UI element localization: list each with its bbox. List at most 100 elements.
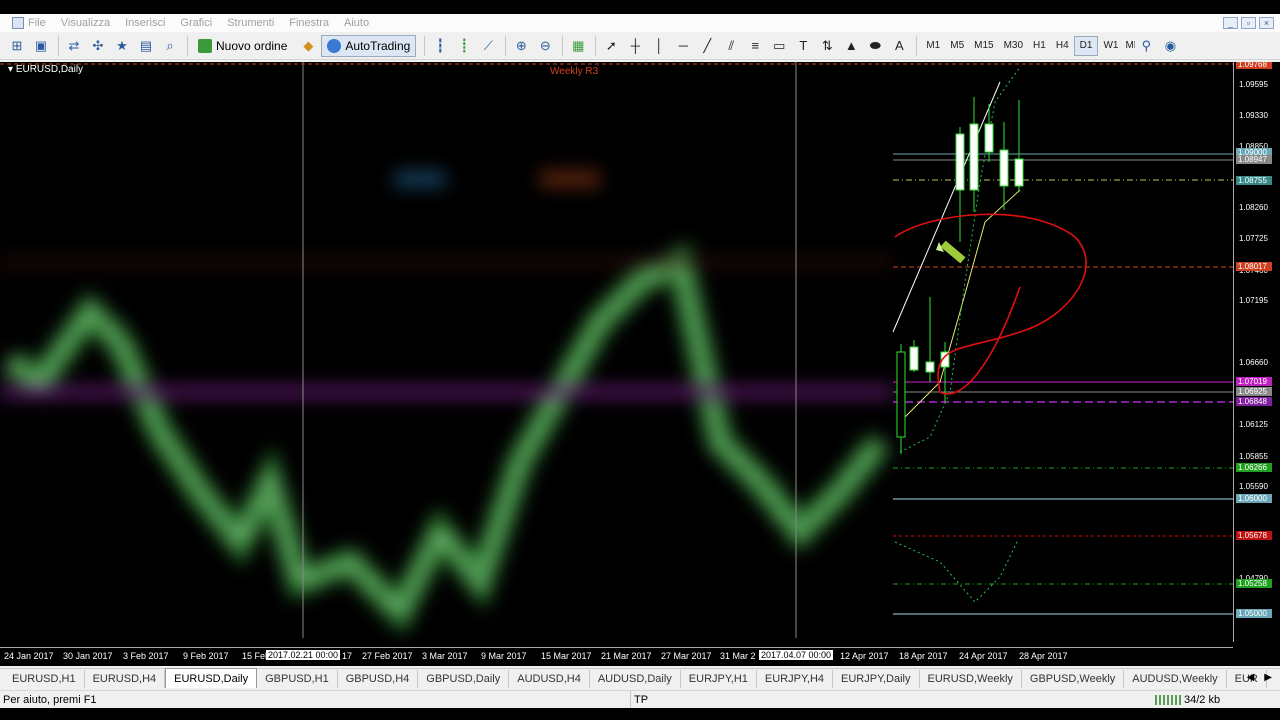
terminal-icon[interactable]: ▤ xyxy=(135,36,157,56)
chat-icon[interactable]: ◉ xyxy=(1159,36,1181,56)
templates-icon[interactable]: ▦ xyxy=(567,36,589,56)
timeframe-m5[interactable]: M5 xyxy=(945,36,969,56)
chart-tab[interactable]: EURUSD,H4 xyxy=(85,670,166,688)
connection-bars-icon xyxy=(1155,694,1181,705)
tab-scroll-right-icon[interactable]: ▶ xyxy=(1264,672,1272,683)
cursor-icon[interactable]: ➚ xyxy=(600,36,622,56)
crosshair-icon[interactable]: ┼ xyxy=(624,36,646,56)
ellipse-icon[interactable]: ⬬ xyxy=(864,36,886,56)
tab-scroll-left-icon[interactable]: ◀ xyxy=(1247,672,1255,683)
app-icon xyxy=(12,17,24,29)
close-icon[interactable]: × xyxy=(1259,17,1274,29)
chart-tab[interactable]: GBPUSD,H1 xyxy=(257,670,338,688)
app-window: File Visualizza Inserisci Grafici Strume… xyxy=(0,0,1280,720)
timeframe-mn[interactable]: MN xyxy=(1123,36,1135,56)
date-label: 9 Mar 2017 xyxy=(481,651,527,661)
date-label: 30 Jan 2017 xyxy=(63,651,113,661)
chart-tab[interactable]: AUDUSD,Weekly xyxy=(1124,670,1227,688)
date-label: 3 Mar 2017 xyxy=(422,651,468,661)
menu-finestra[interactable]: Finestra xyxy=(285,17,340,29)
menu-grafici[interactable]: Grafici xyxy=(176,17,223,29)
date-label: 9 Feb 2017 xyxy=(183,651,229,661)
price-tag: 1.06000 xyxy=(1236,494,1272,503)
line-chart-icon[interactable]: ⟋ xyxy=(477,36,499,56)
price-tag: 1.09768 xyxy=(1236,62,1272,69)
price-scale[interactable]: 1.095951.093301.088501.082601.077251.074… xyxy=(1233,62,1280,642)
candles-group xyxy=(896,97,1024,454)
menu-aiuto[interactable]: Aiuto xyxy=(340,17,380,29)
zoom-in-icon[interactable]: ⊕ xyxy=(510,36,532,56)
arrows-icon[interactable]: ⇅ xyxy=(816,36,838,56)
vertical-line-icon[interactable]: │ xyxy=(648,36,670,56)
candle-body xyxy=(925,361,935,373)
crosshair-date: 2017.02.21 00:00 xyxy=(266,650,341,660)
triangle-icon[interactable]: ▲ xyxy=(840,36,862,56)
date-label: 17 xyxy=(342,651,353,661)
chart-tab[interactable]: AUDUSD,H4 xyxy=(509,670,590,688)
chart-tab[interactable]: EURJPY,Daily xyxy=(833,670,920,688)
profiles-icon[interactable]: ▣ xyxy=(30,36,52,56)
data-window-icon[interactable]: ★ xyxy=(111,36,133,56)
restore-icon[interactable]: ▫ xyxy=(1241,17,1256,29)
equidistant-channel-icon[interactable]: ⫽ xyxy=(720,36,742,56)
navigator-icon[interactable]: ✣ xyxy=(87,36,109,56)
chart-tab[interactable]: GBPUSD,Daily xyxy=(418,670,510,688)
price-label: 1.05855 xyxy=(1239,452,1268,461)
timeframe-h1[interactable]: H1 xyxy=(1028,36,1051,56)
window-controls: _ ▫ × xyxy=(1223,17,1274,29)
chart-tab[interactable]: GBPUSD,H4 xyxy=(338,670,419,688)
autotrading-button[interactable]: AutoTrading xyxy=(321,34,417,57)
toolbar-separator xyxy=(562,35,564,56)
fibonacci-icon[interactable]: ≡ xyxy=(744,36,766,56)
date-label: 28 Apr 2017 xyxy=(1019,651,1068,661)
timeframe-h4[interactable]: H4 xyxy=(1051,36,1074,56)
candle-body xyxy=(969,123,979,191)
new-chart-icon[interactable]: ⊞ xyxy=(6,36,28,56)
search-icon[interactable]: ⚲ xyxy=(1135,36,1157,56)
chart-tab[interactable]: AUDUSD,Daily xyxy=(590,670,681,688)
timeframe-m15[interactable]: M15 xyxy=(969,36,998,56)
menu-bar: File Visualizza Inserisci Grafici Strume… xyxy=(0,14,1280,32)
chart-tab[interactable]: GBPUSD,Weekly xyxy=(1022,670,1125,688)
chart-window[interactable]: ▾ EURUSD,Daily Weekly R3 1.09595 1.09330 1… xyxy=(0,62,1280,666)
tester-icon[interactable]: ⌕ xyxy=(159,36,181,56)
chart-tab[interactable]: EURJPY,H4 xyxy=(757,670,834,688)
title-strip xyxy=(0,0,1280,14)
price-tag: 1.08017 xyxy=(1236,262,1272,271)
bar-chart-icon[interactable]: ┇ xyxy=(429,36,451,56)
metaeditor-icon[interactable]: ◆ xyxy=(297,36,319,56)
chart-tab[interactable]: EURUSD,Daily xyxy=(165,668,258,688)
chart-tab[interactable]: EURUSD,H1 xyxy=(4,670,85,688)
date-label: 24 Jan 2017 xyxy=(4,651,54,661)
timeframe-w1[interactable]: W1 xyxy=(1098,36,1123,56)
text-icon[interactable]: A xyxy=(888,36,910,56)
chart-tab[interactable]: EURJPY,H1 xyxy=(681,670,757,688)
date-label: 27 Feb 2017 xyxy=(362,651,413,661)
timeframe-m30[interactable]: M30 xyxy=(999,36,1028,56)
menu-visualizza[interactable]: Visualizza xyxy=(57,17,121,29)
menu-strumenti[interactable]: Strumenti xyxy=(223,17,285,29)
trend-line xyxy=(892,81,1001,333)
date-label: 27 Mar 2017 xyxy=(661,651,712,661)
price-tag: 1.05258 xyxy=(1236,579,1272,588)
date-label: 3 Feb 2017 xyxy=(123,651,169,661)
tab-navigation: ◀ ▶ xyxy=(1247,672,1272,683)
price-tag: 1.07019 xyxy=(1236,377,1272,386)
candlestick-icon[interactable]: ┋ xyxy=(453,36,475,56)
zoom-out-icon[interactable]: ⊖ xyxy=(534,36,556,56)
text-label-icon[interactable]: T xyxy=(792,36,814,56)
timeframe-m1[interactable]: M1 xyxy=(921,36,945,56)
timeframe-d1[interactable]: D1 xyxy=(1073,35,1099,56)
price-label: 1.09330 xyxy=(1239,111,1268,120)
horizontal-line-icon[interactable]: ─ xyxy=(672,36,694,56)
trendline-icon[interactable]: ╱ xyxy=(696,36,718,56)
chart-tabs: EURUSD,H1 EURUSD,H4 EURUSD,Daily GBPUSD,H1 G… xyxy=(0,668,1280,688)
new-order-button[interactable]: Nuovo ordine xyxy=(192,35,293,57)
chart-tab[interactable]: EURUSD,Weekly xyxy=(920,670,1022,688)
menu-file[interactable]: File xyxy=(8,17,57,29)
menu-inserisci[interactable]: Inserisci xyxy=(121,17,176,29)
rectangle-icon[interactable]: ▭ xyxy=(768,36,790,56)
price-label: 1.06660 xyxy=(1239,358,1268,367)
minimize-icon[interactable]: _ xyxy=(1223,17,1238,29)
market-watch-icon[interactable]: ⇄ xyxy=(63,36,85,56)
